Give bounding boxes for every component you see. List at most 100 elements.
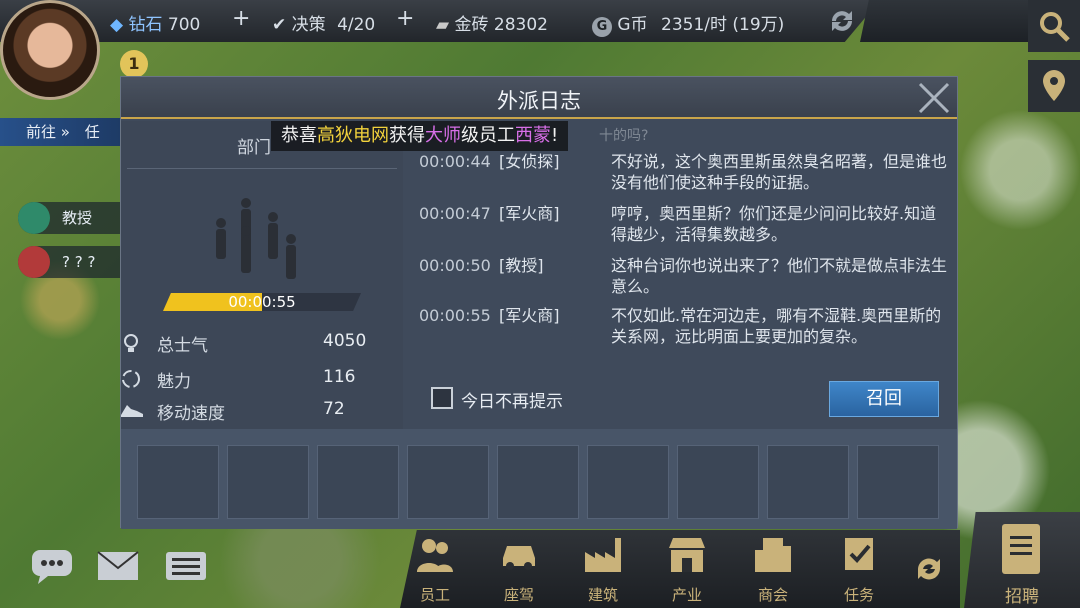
decision-label: 决策 <box>291 15 326 35</box>
employee-slot[interactable] <box>497 445 579 519</box>
gold-resource: ▰ 金砖 28302 <box>436 10 548 35</box>
employee-slot[interactable] <box>317 445 399 519</box>
nav-building[interactable]: 建筑 <box>568 534 638 606</box>
add-diamond-button[interactable]: + <box>232 6 250 31</box>
recruit-button[interactable]: 招聘 <box>964 512 1080 608</box>
congrats-company: 高狄电网 <box>317 125 389 146</box>
recall-button[interactable]: 召回 <box>829 381 939 417</box>
dispatch-log-dialog: 外派日志 部门 00:00:55 总士气 4050 魅力 116 移动速度 72… <box>120 76 958 529</box>
dont-show-today-label[interactable]: 今日不再提示 <box>461 387 563 412</box>
timer-text: 00:00:55 <box>228 293 296 311</box>
gold-brick-icon: ▰ <box>436 15 450 35</box>
log-speaker: [女侦探] <box>499 152 560 171</box>
goto-label: 前往 » <box>26 123 70 141</box>
shop-icon <box>667 536 707 572</box>
gold-label: 金砖 <box>454 15 489 35</box>
stat-value: 116 <box>323 367 356 387</box>
employee-slot[interactable] <box>677 445 759 519</box>
congrats-text: 获得 <box>389 125 425 146</box>
chat-icon[interactable] <box>30 548 74 584</box>
task-pill-label: ? ? ? <box>62 253 96 271</box>
dispatch-log-list[interactable]: 00:00:44 [女侦探] 不好说，这个奥西里斯虽然臭名昭著，但是谁也没有他们… <box>407 127 953 371</box>
nav-industry[interactable]: 产业 <box>652 534 722 606</box>
switch-arrows-icon[interactable] <box>912 552 946 586</box>
log-text: 不好说，这个奥西里斯虽然臭名昭著，但是谁也没有他们使这种手段的证据。 <box>611 152 948 192</box>
employee-slot[interactable] <box>587 445 669 519</box>
log-time: 00:00:55 <box>419 306 491 325</box>
mail-icon[interactable] <box>96 548 140 584</box>
employee-slot[interactable] <box>227 445 309 519</box>
log-speaker: [军火商] <box>499 306 560 325</box>
lightbulb-icon <box>119 331 143 355</box>
stat-value: 4050 <box>323 331 367 351</box>
department-label: 部门 <box>237 138 271 158</box>
stat-charm: 魅力 116 <box>122 367 355 392</box>
dont-show-today-checkbox[interactable] <box>431 387 453 409</box>
employee-group-figure <box>201 193 311 293</box>
nav-car[interactable]: 座驾 <box>484 534 554 606</box>
search-icon <box>1037 9 1071 43</box>
log-text: 不仅如此.常在河边走，哪有不湿鞋.奥西里斯的关系网，远比明面上要更加的复杂。 <box>611 306 942 346</box>
gcoin-icon: G <box>592 17 612 37</box>
gold-value: 28302 <box>493 15 548 35</box>
employee-slot-row <box>121 429 957 529</box>
decision-icon: ✔ <box>272 15 287 35</box>
employee-slot[interactable] <box>767 445 849 519</box>
congrats-rank: 大师 <box>425 125 461 146</box>
employee-slot[interactable] <box>407 445 489 519</box>
log-speaker: [教授] <box>499 256 544 275</box>
recruit-document-icon <box>998 520 1044 576</box>
log-time: 00:00:50 <box>419 256 491 275</box>
factory-icon <box>583 536 623 572</box>
shoe-icon <box>119 399 145 421</box>
nav-employee[interactable]: 员工 <box>400 534 470 606</box>
goto-button[interactable]: 前往 » 任 <box>0 118 120 146</box>
nav-label: 产业 <box>671 586 702 604</box>
diamond-label: 钻石 <box>128 15 163 35</box>
employee-slot[interactable] <box>857 445 939 519</box>
close-icon[interactable] <box>917 81 951 115</box>
task-flag-icon <box>839 536 879 572</box>
search-button[interactable] <box>1028 0 1080 52</box>
task-label: 任 <box>84 123 100 141</box>
charm-icon <box>119 367 143 391</box>
gcoin-label: G币 <box>617 15 648 35</box>
log-speaker: [军火商] <box>499 204 560 223</box>
log-time: 00:00:44 <box>419 152 491 171</box>
log-text: 这种台词你也说出来了？他们不就是做点非法生意么。 <box>611 256 948 296</box>
list-menu-icon[interactable] <box>164 548 208 584</box>
person-marker-icon <box>18 246 50 278</box>
nav-tasks[interactable]: 任务 <box>824 534 894 606</box>
dialog-header: 外派日志 <box>121 77 957 119</box>
refresh-icon[interactable] <box>826 6 858 36</box>
congrats-suffix: ! <box>551 125 559 146</box>
employee-slot[interactable] <box>137 445 219 519</box>
stat-label: 移动速度 <box>157 404 225 424</box>
congrats-banner: 恭喜高狄电网获得大师级员工西蒙! <box>271 121 569 151</box>
location-pin-icon <box>1039 68 1069 104</box>
car-icon <box>499 536 539 572</box>
player-level-badge: 1 <box>120 50 148 78</box>
player-avatar[interactable] <box>0 0 100 100</box>
log-time: 00:00:47 <box>419 204 491 223</box>
walking-person-icon <box>18 202 50 234</box>
nav-label: 座驾 <box>503 586 534 604</box>
stat-value: 72 <box>323 399 345 419</box>
nav-chamber[interactable]: 商会 <box>738 534 808 606</box>
dialog-title: 外派日志 <box>497 89 581 113</box>
department-panel: 部门 00:00:55 总士气 4050 魅力 116 移动速度 72 <box>121 121 403 429</box>
building-icon <box>753 536 793 572</box>
congrats-text: 级员工 <box>461 125 515 146</box>
diamond-icon: ◆ <box>110 15 124 35</box>
decision-resource: ✔ 决策 4/20 <box>272 10 375 35</box>
add-decision-button[interactable]: + <box>396 6 414 31</box>
recruit-label: 招聘 <box>1005 587 1039 607</box>
nav-label: 任务 <box>843 586 874 604</box>
stat-move-speed: 移动速度 72 <box>121 399 345 424</box>
nav-label: 商会 <box>757 586 788 604</box>
location-button[interactable] <box>1028 60 1080 112</box>
stat-label: 魅力 <box>157 372 191 392</box>
nav-label: 建筑 <box>587 586 618 604</box>
diamond-value: 700 <box>167 15 201 35</box>
log-text: 哼哼，奥西里斯？你们还是少问问比较好.知道得越少，活得集数越多。 <box>611 204 937 244</box>
